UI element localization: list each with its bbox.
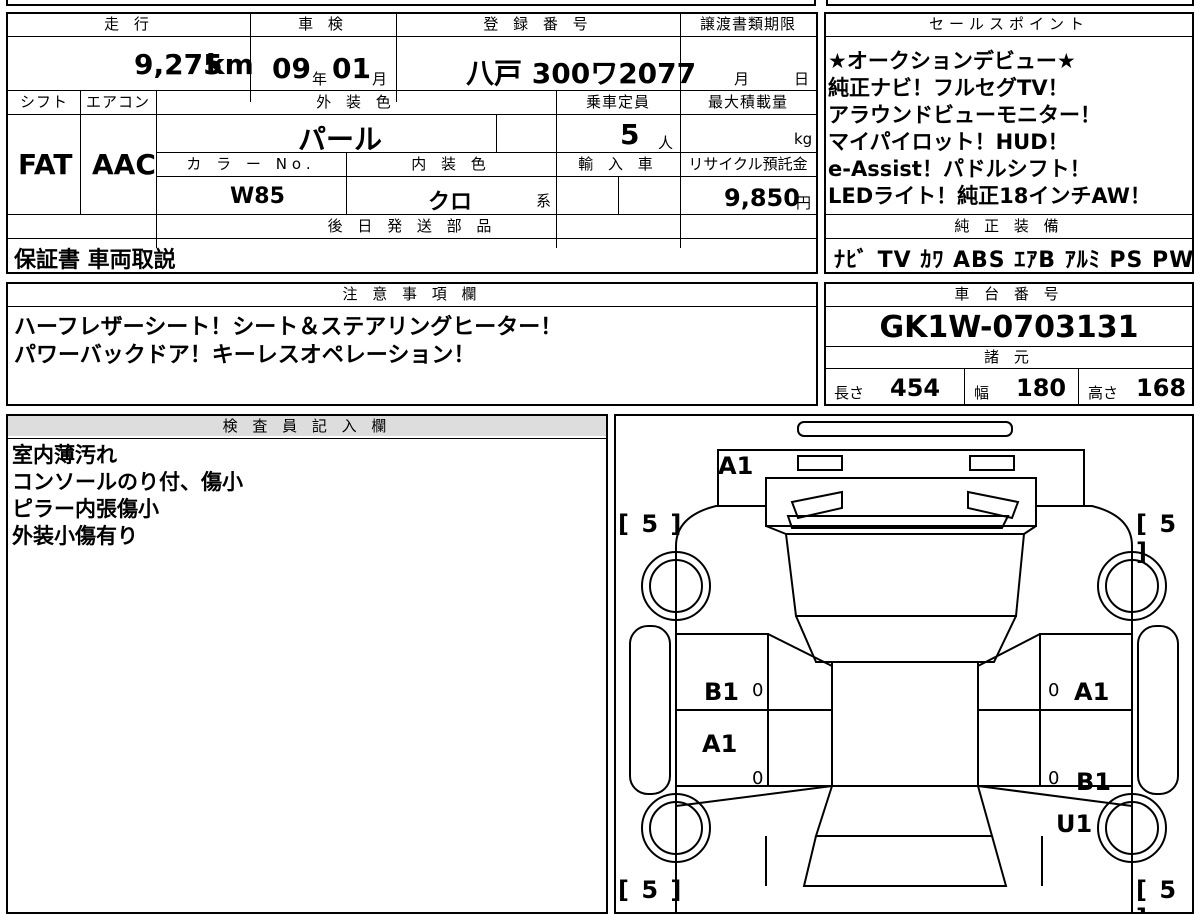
- month-unit: 月: [372, 70, 388, 88]
- aircon-value: AAC: [92, 148, 156, 181]
- recycle-value: 9,850: [724, 184, 800, 212]
- deadline-month-unit: 月: [734, 70, 750, 88]
- vehicle-info-table: 走 行 車 検 登 録 番 号 譲渡書類期限 9,275 km 09 年 01 …: [6, 12, 818, 274]
- zero-mark: 0: [752, 680, 764, 701]
- notes-header: 注 意 事 項 欄: [342, 285, 482, 303]
- length-value: 454: [890, 374, 941, 402]
- equipment-value: ﾅﾋﾞ TV ｶﾜ ABS ｴｱB ｱﾙﾐ PS PW: [834, 248, 1194, 273]
- color-no-header: カ ラ ー No.: [186, 155, 316, 173]
- left-rear-door-mark: B1: [704, 678, 739, 706]
- car-diagram: [629, 421, 1179, 912]
- tire-mark-front-right: [ 5 ]: [1136, 876, 1179, 912]
- sales-points-list: ★オークションデビュー★ 純正ナビ！フルセグTV！ アラウンドビューモニター！ …: [828, 48, 1151, 210]
- sales-point-line: 純正ナビ！フルセグTV！: [828, 76, 1069, 100]
- recycle-fee-header: リサイクル預託金: [688, 155, 808, 173]
- equipment-header: 純 正 装 備: [954, 217, 1064, 235]
- sales-point-line: ★オークションデビュー★: [828, 49, 1076, 73]
- recycle-unit: 円: [796, 194, 812, 212]
- zero-mark: 0: [752, 768, 764, 789]
- height-value: 168: [1136, 374, 1187, 402]
- sales-point-line: マイパイロット！HUD！: [828, 130, 1069, 154]
- import-header: 輸 入 車: [578, 155, 658, 173]
- inspector-line: 室内薄汚れ: [12, 443, 117, 467]
- exterior-color-header: 外 装 色: [316, 93, 396, 111]
- note-line: パワーバックドア！キーレスオペレーション！: [14, 343, 476, 368]
- sales-points-header: セールスポイント: [928, 15, 1089, 33]
- capacity-header: 乗車定員: [585, 93, 650, 111]
- tire-mark-rear-left: [ 5 ]: [618, 510, 684, 538]
- deadline-day-unit: 日: [794, 70, 810, 88]
- inspector-line: コンソールのり付、傷小: [12, 470, 243, 494]
- chassis-number: GK1W-0703131: [879, 310, 1139, 345]
- note-line: ハーフレザーシート！シート＆ステアリングヒーター！: [14, 315, 563, 340]
- inspection-year: 09: [272, 52, 311, 85]
- right-rear-door-mark: A1: [1074, 678, 1110, 706]
- right-front-door-mark: B1: [1076, 768, 1111, 796]
- interior-color-value: クロ: [428, 190, 473, 215]
- top-partial-strip: [0, 0, 1200, 8]
- registration-number: 八戸 300ワ2077: [466, 57, 697, 90]
- inspector-list: 室内薄汚れ コンソールのり付、傷小 ピラー内張傷小 外装小傷有り: [12, 442, 243, 550]
- inspection-header: 車 検: [298, 15, 348, 33]
- inspection-month: 01: [332, 52, 371, 85]
- shift-value: FAT: [18, 148, 73, 181]
- inspector-line: ピラー内張傷小: [12, 497, 159, 521]
- sales-points-box: セールスポイント ★オークションデビュー★ 純正ナビ！フルセグTV！ アラウンド…: [824, 12, 1194, 274]
- chassis-header: 車 台 番 号: [954, 285, 1064, 303]
- width-value: 180: [1016, 374, 1067, 402]
- sales-point-line: アラウンドビューモニター！: [828, 103, 1101, 127]
- sales-point-line: e-Assist！パドルシフト！: [828, 157, 1091, 181]
- capacity-unit: 人: [658, 134, 674, 152]
- notes-list: ハーフレザーシート！シート＆ステアリングヒーター！ パワーバックドア！キーレスオ…: [14, 314, 562, 370]
- car-diagram-box: A1 [ 5 ] [ 5 ] [ 5 ] [ 5 ] B1 0 A1 0 0 A…: [614, 414, 1194, 914]
- year-unit: 年: [312, 70, 328, 88]
- aircon-header: エアコン: [85, 93, 150, 111]
- registration-header: 登 録 番 号: [483, 15, 593, 33]
- right-front-fender-mark: U1: [1056, 810, 1093, 838]
- zero-mark: 0: [1048, 680, 1060, 701]
- width-label: 幅: [974, 384, 990, 402]
- rear-bumper-mark: A1: [718, 452, 754, 480]
- height-label: 高さ: [1088, 384, 1119, 402]
- max-load-unit: kg: [794, 130, 813, 148]
- sales-point-line: LEDライト！純正18インチAW！: [828, 184, 1151, 208]
- length-label: 長さ: [834, 384, 865, 402]
- interior-suffix: 系: [536, 192, 552, 210]
- mileage-unit: km: [206, 48, 254, 81]
- shift-header: シフト: [19, 93, 68, 111]
- notes-box: 注 意 事 項 欄 ハーフレザーシート！シート＆ステアリングヒーター！ パワーバ…: [6, 282, 818, 406]
- inspector-line: 外装小傷有り: [12, 524, 138, 548]
- interior-color-header: 内 装 色: [411, 155, 491, 173]
- capacity-value: 5: [620, 118, 640, 151]
- later-parts-value: 保証書 車両取説: [14, 248, 176, 273]
- zero-mark: 0: [1048, 768, 1060, 789]
- chassis-box: 車 台 番 号 GK1W-0703131 諸 元 長さ 454 幅 180 高さ…: [824, 282, 1194, 406]
- max-load-header: 最大積載量: [707, 93, 788, 111]
- color-no-value: W85: [230, 184, 285, 209]
- inspector-box: 検 査 員 記 入 欄 室内薄汚れ コンソールのり付、傷小 ピラー内張傷小 外装…: [6, 414, 608, 914]
- tire-mark-rear-right: [ 5 ]: [1136, 510, 1179, 566]
- mileage-header: 走 行: [104, 15, 154, 33]
- dimensions-header: 諸 元: [984, 348, 1034, 366]
- inspector-header: 検 査 員 記 入 欄: [8, 416, 606, 436]
- later-parts-header: 後 日 発 送 部 品: [327, 217, 497, 235]
- left-front-door-mark: A1: [702, 730, 738, 758]
- transfer-deadline-header: 譲渡書類期限: [699, 15, 796, 33]
